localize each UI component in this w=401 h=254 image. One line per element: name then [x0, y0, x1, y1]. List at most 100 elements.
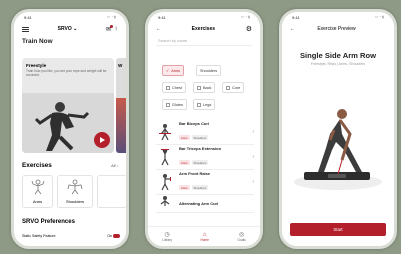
- category-card-partial[interactable]: [97, 175, 126, 208]
- nav-library[interactable]: ◷ Library: [162, 231, 172, 242]
- back-arrow-icon[interactable]: ←: [156, 26, 161, 32]
- nav-label: Home: [200, 237, 209, 242]
- filter-chip-chest[interactable]: Chest: [162, 82, 186, 93]
- exercise-row[interactable]: Bar Biceps Curl Arms Shoulders ›: [156, 120, 254, 145]
- exercise-row[interactable]: Alternating Arm Curl: [156, 195, 254, 213]
- filter-chip-legs[interactable]: Legs: [193, 99, 216, 110]
- filter-chip-shoulders[interactable]: Shoulders: [196, 65, 222, 76]
- menu-icon[interactable]: [22, 26, 29, 32]
- brand-label: SRVO: [57, 26, 72, 32]
- nav-goals[interactable]: ◎ Goals: [237, 231, 245, 242]
- status-time: 9:41: [292, 14, 300, 20]
- clock-icon: ◷: [164, 232, 170, 238]
- target-icon: ◎: [238, 232, 245, 238]
- filter-chip-back[interactable]: Back: [193, 82, 216, 93]
- exercise-name: Alternating Arm Curl: [179, 201, 219, 206]
- exercise-name: Bar Biceps Curl: [179, 120, 210, 126]
- search-input[interactable]: Search by name: [156, 36, 252, 46]
- pref-item-value: On: [107, 234, 120, 239]
- exercise-thumbnail: [156, 148, 174, 166]
- chip-label: Chest: [172, 85, 182, 90]
- exercises-header: Exercises All ›: [22, 162, 118, 169]
- exercise-thumbnail: [156, 123, 174, 141]
- checkbox-icon: [197, 102, 201, 107]
- chip-label: Core: [232, 85, 241, 90]
- pref-item-label: Static Safety Feature: [22, 234, 56, 238]
- chip-label: Arms: [171, 68, 181, 73]
- exercises-title: Exercises: [22, 162, 52, 169]
- filter-chip-arms[interactable]: ✓ Arms: [162, 65, 185, 76]
- tag-arms: Arms: [179, 185, 190, 190]
- status-bar: 9:41 ▪▪ ◔ ▮: [282, 12, 394, 22]
- status-bar: 9:41 ▪▪ ◔ ▮: [14, 12, 126, 22]
- status-icons: ▪▪ ◔ ▮: [241, 15, 250, 19]
- arms-icon: [31, 179, 44, 195]
- checkbox-icon: [166, 85, 170, 90]
- tag-shoulders: Shoulders: [191, 160, 209, 165]
- preview-header: ← Exercise Preview: [282, 22, 394, 35]
- preferences-title: SRVO Preferences: [22, 219, 75, 225]
- tag-arms: Arms: [179, 160, 190, 165]
- status-bar: 9:41 ▪▪ ◔ ▮: [148, 12, 260, 22]
- checkbox-icon: [197, 85, 201, 90]
- hero-title: Freestyle: [26, 63, 47, 68]
- checkbox-icon: [226, 85, 230, 90]
- page-title: Exercise Preview: [317, 25, 356, 32]
- phone-home-screen: 9:41 ▪▪ ◔ ▮ SRVO ⌄ ✉ ᛒ Train Now Freesty…: [11, 9, 129, 249]
- status-time: 9:41: [158, 14, 166, 20]
- see-all-link[interactable]: All ›: [111, 163, 118, 168]
- exercises-header: ← Exercises ⚙: [148, 22, 260, 35]
- exercise-title: Single Side Arm Row: [299, 51, 377, 60]
- chip-label: Legs: [203, 102, 212, 107]
- status-icons: ▪▪ ◔ ▮: [375, 15, 384, 19]
- freestyle-card[interactable]: Freestyle Train how you like, you set yo…: [22, 58, 114, 153]
- hero-description: Train how you like, you set your reps an…: [26, 69, 107, 78]
- tag-shoulders: Shoulders: [191, 135, 209, 140]
- gear-icon[interactable]: ⚙: [246, 25, 252, 33]
- train-now-title: Train Now: [22, 38, 53, 45]
- home-header: SRVO ⌄ ✉ ᛒ: [14, 22, 126, 36]
- check-icon: ✓: [166, 69, 170, 73]
- pref-value-text: On: [107, 234, 112, 238]
- exercise-name: Arm Front Raise: [179, 170, 211, 176]
- page-title: Exercises: [191, 25, 216, 32]
- bluetooth-icon[interactable]: ᛒ: [115, 26, 118, 32]
- chevron-right-icon: ›: [252, 154, 254, 160]
- play-button[interactable]: [94, 132, 110, 148]
- card-label: Arms: [32, 199, 43, 204]
- next-program-card[interactable]: W: [116, 58, 126, 153]
- exercise-thumbnail: [156, 195, 174, 212]
- nav-label: Goals: [237, 238, 246, 242]
- chip-label: Shoulders: [200, 68, 218, 73]
- safety-feature-row[interactable]: Static Safety Feature On: [22, 234, 120, 239]
- category-card-shoulders[interactable]: Shoulders: [57, 175, 93, 208]
- nav-home[interactable]: ⌂ Home: [200, 232, 209, 242]
- exercise-thumbnail: [156, 173, 174, 191]
- phone-exercise-preview-screen: 9:41 ▪▪ ◔ ▮ ← Exercise Preview Single Si…: [279, 9, 397, 249]
- filter-chip-core[interactable]: Core: [222, 82, 245, 93]
- chevron-right-icon: ›: [252, 179, 254, 185]
- notification-icon[interactable]: ✉: [106, 24, 113, 33]
- nav-label: Library: [162, 238, 172, 242]
- brand-selector[interactable]: SRVO ⌄: [58, 26, 78, 32]
- exercise-illustration: [294, 109, 382, 190]
- exercise-subtitle: Freestyle, Reps | Arms, Shoulders: [310, 62, 366, 66]
- start-button[interactable]: Start: [290, 223, 386, 236]
- status-icons: ▪▪ ◔ ▮: [107, 15, 116, 19]
- shoulders-icon: [67, 179, 83, 195]
- tag-arms: Arms: [179, 135, 190, 140]
- chip-label: Glutes: [172, 102, 183, 107]
- category-card-arms[interactable]: Arms: [22, 175, 53, 208]
- exercise-row[interactable]: Bar Triceps Extension Arms Shoulders ›: [156, 145, 254, 170]
- status-time: 9:41: [24, 14, 32, 20]
- exercise-row[interactable]: Arm Front Raise Arms Shoulders ›: [156, 170, 254, 195]
- filter-chip-glutes[interactable]: Glutes: [162, 99, 187, 110]
- card-label: Shoulders: [65, 199, 84, 204]
- phone-exercises-screen: 9:41 ▪▪ ◔ ▮ ← Exercises ⚙ Search by name…: [145, 9, 263, 249]
- chevron-right-icon: ›: [252, 129, 254, 135]
- toggle-switch[interactable]: [113, 234, 120, 239]
- exercise-name: Bar Triceps Extension: [179, 145, 222, 151]
- all-label: All: [111, 163, 116, 168]
- checkbox-icon: [166, 102, 170, 107]
- bottom-nav: ◷ Library ⌂ Home ◎ Goals: [148, 226, 260, 246]
